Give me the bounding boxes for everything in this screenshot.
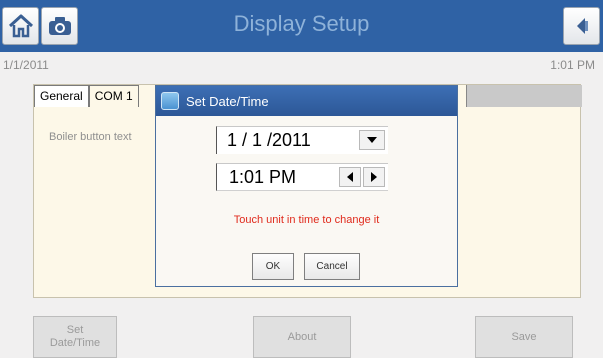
arrow-right-icon xyxy=(371,172,377,182)
tab-general[interactable]: General xyxy=(34,85,89,107)
dialog-title-bar: Set Date/Time xyxy=(156,86,457,116)
time-increment-button[interactable] xyxy=(363,167,385,187)
time-value[interactable]: 1:01 PM xyxy=(229,167,296,188)
save-button[interactable]: Save xyxy=(475,316,573,358)
tab-strip: General COM 1 xyxy=(34,85,139,107)
back-icon xyxy=(576,18,588,34)
tab-com1[interactable]: COM 1 xyxy=(88,85,139,107)
page-title: Display Setup xyxy=(233,11,370,36)
date-picker[interactable]: 1 / 1 /2011 xyxy=(216,126,388,154)
set-datetime-dialog: Set Date/Time 1 / 1 /2011 1:01 PM Touch … xyxy=(155,85,458,287)
time-decrement-button[interactable] xyxy=(339,167,361,187)
chevron-down-icon xyxy=(367,137,377,143)
set-datetime-button[interactable]: Set Date/Time xyxy=(33,316,117,358)
tab-strip-filler xyxy=(466,85,582,107)
about-button[interactable]: About xyxy=(253,316,351,358)
dialog-title: Set Date/Time xyxy=(186,94,269,109)
time-picker[interactable]: 1:01 PM xyxy=(216,163,388,191)
boiler-button-text-label: Boiler button text xyxy=(49,131,132,143)
status-date: 1/1/2011 xyxy=(3,58,49,72)
back-button[interactable] xyxy=(563,7,600,45)
date-value[interactable]: 1 / 1 /2011 xyxy=(227,130,311,151)
status-time: 1:01 PM xyxy=(550,58,595,72)
window-icon xyxy=(161,92,179,110)
arrow-left-icon xyxy=(347,172,353,182)
cancel-button[interactable]: Cancel xyxy=(304,253,360,280)
instruction-text: Touch unit in time to change it xyxy=(233,214,380,226)
date-dropdown-button[interactable] xyxy=(359,130,385,150)
title-bar: Display Setup xyxy=(0,0,603,52)
ok-button[interactable]: OK xyxy=(252,253,294,280)
